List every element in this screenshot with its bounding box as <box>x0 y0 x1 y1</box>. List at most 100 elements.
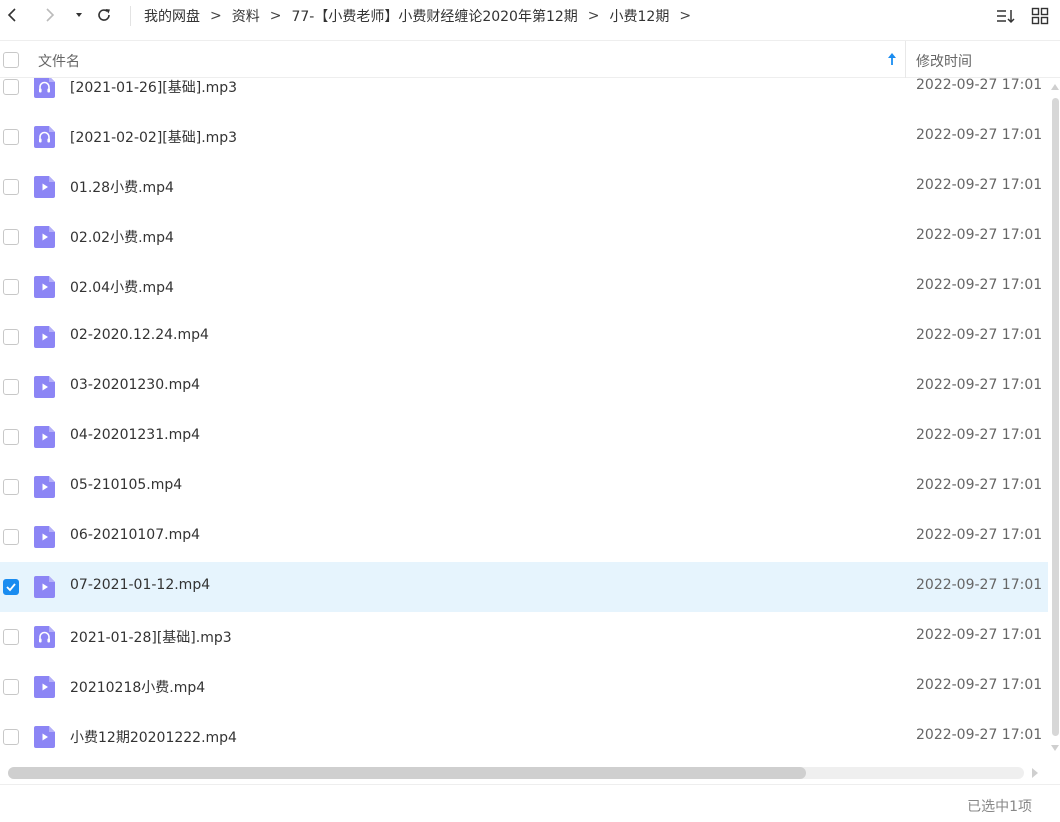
back-button[interactable] <box>2 4 24 26</box>
forward-button[interactable] <box>38 4 60 26</box>
breadcrumb-item-current-folder[interactable]: 小费12期 <box>610 6 670 26</box>
file-row[interactable]: 2021-01-28][基础].mp3 2022-09-27 17:01 <box>0 612 1048 662</box>
sort-button[interactable] <box>996 6 1016 26</box>
column-header: 文件名 修改时间 <box>0 40 1060 78</box>
file-name[interactable]: 小费12期20201222.mp4 <box>70 727 237 747</box>
file-name[interactable]: 01.28小费.mp4 <box>70 177 174 197</box>
row-checkbox[interactable] <box>3 229 19 245</box>
file-row[interactable]: 小费12期20201222.mp4 2022-09-27 17:01 <box>0 712 1048 762</box>
file-name[interactable]: 07-2021-01-12.mp4 <box>70 577 210 593</box>
row-checkbox[interactable] <box>3 79 19 95</box>
row-checkbox[interactable] <box>3 579 19 595</box>
history-dropdown-button[interactable] <box>68 4 90 26</box>
selection-count: 已选中1项 <box>967 799 1032 815</box>
file-name[interactable]: 03-20201230.mp4 <box>70 377 200 393</box>
file-name[interactable]: 04-20201231.mp4 <box>70 427 200 443</box>
video-file-icon <box>34 426 55 448</box>
file-row[interactable]: 03-20201230.mp4 2022-09-27 17:01 <box>0 362 1048 412</box>
file-modified-time: 2022-09-27 17:01 <box>916 427 1043 443</box>
row-checkbox[interactable] <box>3 329 19 345</box>
row-checkbox[interactable] <box>3 529 19 545</box>
file-name[interactable]: 05-210105.mp4 <box>70 477 182 493</box>
breadcrumb: 我的网盘 > 资料 > 77-【小费老师】小费财经缠论2020年第12期 > 小… <box>144 6 701 26</box>
file-row[interactable]: 20210218小费.mp4 2022-09-27 17:01 <box>0 662 1048 712</box>
grid-view-icon <box>1031 7 1049 25</box>
breadcrumb-item-my-drive[interactable]: 我的网盘 <box>144 6 200 26</box>
file-modified-time: 2022-09-27 17:01 <box>916 527 1043 543</box>
video-file-icon <box>34 676 55 698</box>
status-bar: 已选中1项 <box>0 784 1060 822</box>
video-file-icon <box>34 726 55 748</box>
scroll-down-arrow-icon[interactable] <box>1051 745 1059 751</box>
scroll-right-arrow-icon[interactable] <box>1032 768 1038 778</box>
row-checkbox[interactable] <box>3 479 19 495</box>
audio-file-icon <box>34 126 55 148</box>
file-modified-time: 2022-09-27 17:01 <box>916 377 1043 393</box>
file-name[interactable]: 02.02小费.mp4 <box>70 227 174 247</box>
file-row[interactable]: 02-2020.12.24.mp4 2022-09-27 17:01 <box>0 312 1048 362</box>
select-all-checkbox[interactable] <box>3 52 19 68</box>
toolbar-divider <box>130 6 131 26</box>
breadcrumb-item-materials[interactable]: 资料 <box>232 6 260 26</box>
file-row[interactable]: 02.02小费.mp4 2022-09-27 17:01 <box>0 212 1048 262</box>
row-checkbox[interactable] <box>3 679 19 695</box>
video-file-icon <box>34 326 55 348</box>
file-row[interactable]: 01.28小费.mp4 2022-09-27 17:01 <box>0 162 1048 212</box>
checkmark-icon <box>6 583 16 592</box>
video-file-icon <box>34 276 55 298</box>
file-name[interactable]: 2021-01-28][基础].mp3 <box>70 627 232 647</box>
video-file-icon <box>34 376 55 398</box>
breadcrumb-separator: > <box>210 8 222 24</box>
file-name[interactable]: 02.04小费.mp4 <box>70 277 174 297</box>
video-file-icon <box>34 576 55 598</box>
refresh-icon <box>98 9 110 21</box>
file-row[interactable]: 06-20210107.mp4 2022-09-27 17:01 <box>0 512 1048 562</box>
row-checkbox[interactable] <box>3 429 19 445</box>
vertical-scrollbar-thumb[interactable] <box>1052 98 1059 736</box>
row-checkbox[interactable] <box>3 179 19 195</box>
sort-list-icon <box>997 10 1015 24</box>
breadcrumb-separator: > <box>269 8 282 24</box>
breadcrumb-item-course-folder[interactable]: 77-【小费老师】小费财经缠论2020年第12期 <box>291 6 577 26</box>
refresh-button[interactable] <box>93 4 115 26</box>
file-modified-time: 2022-09-27 17:01 <box>916 227 1043 243</box>
toolbar: 我的网盘 > 资料 > 77-【小费老师】小费财经缠论2020年第12期 > 小… <box>0 0 1060 32</box>
file-row[interactable]: [2021-02-02][基础].mp3 2022-09-27 17:01 <box>0 112 1048 162</box>
row-checkbox[interactable] <box>3 129 19 145</box>
audio-file-icon <box>34 626 55 648</box>
row-checkbox[interactable] <box>3 279 19 295</box>
row-checkbox[interactable] <box>3 629 19 645</box>
file-modified-time: 2022-09-27 17:01 <box>916 77 1043 93</box>
file-name[interactable]: [2021-01-26][基础].mp3 <box>70 77 237 97</box>
video-file-icon <box>34 526 55 548</box>
file-row[interactable]: 04-20201231.mp4 2022-09-27 17:01 <box>0 412 1048 462</box>
file-row[interactable]: 07-2021-01-12.mp4 2022-09-27 17:01 <box>0 562 1048 612</box>
file-modified-time: 2022-09-27 17:01 <box>916 327 1043 343</box>
view-mode-button[interactable] <box>1030 6 1050 26</box>
column-header-name[interactable]: 文件名 <box>38 51 80 71</box>
file-name[interactable]: [2021-02-02][基础].mp3 <box>70 127 237 147</box>
file-modified-time: 2022-09-27 17:01 <box>916 477 1043 493</box>
audio-file-icon <box>34 76 55 98</box>
file-modified-time: 2022-09-27 17:01 <box>916 627 1043 643</box>
file-row[interactable]: 02.04小费.mp4 2022-09-27 17:01 <box>0 262 1048 312</box>
caret-down-icon <box>76 13 82 17</box>
file-row[interactable]: 05-210105.mp4 2022-09-27 17:01 <box>0 462 1048 512</box>
arrow-up-icon[interactable] <box>886 52 898 66</box>
row-checkbox[interactable] <box>3 729 19 745</box>
video-file-icon <box>34 176 55 198</box>
file-modified-time: 2022-09-27 17:01 <box>916 177 1043 193</box>
file-modified-time: 2022-09-27 17:01 <box>916 727 1043 743</box>
horizontal-scrollbar-thumb[interactable] <box>8 767 806 779</box>
file-name[interactable]: 20210218小费.mp4 <box>70 677 205 697</box>
file-name[interactable]: 02-2020.12.24.mp4 <box>70 327 209 343</box>
row-checkbox[interactable] <box>3 379 19 395</box>
column-header-modified-time[interactable]: 修改时间 <box>916 51 972 71</box>
file-name[interactable]: 06-20210107.mp4 <box>70 527 200 543</box>
chevron-left-icon <box>7 8 16 22</box>
chevron-right-icon <box>46 8 55 22</box>
column-divider[interactable] <box>905 41 906 78</box>
file-modified-time: 2022-09-27 17:01 <box>916 677 1043 693</box>
breadcrumb-separator: > <box>587 8 600 24</box>
scroll-up-arrow-icon[interactable] <box>1051 84 1059 90</box>
